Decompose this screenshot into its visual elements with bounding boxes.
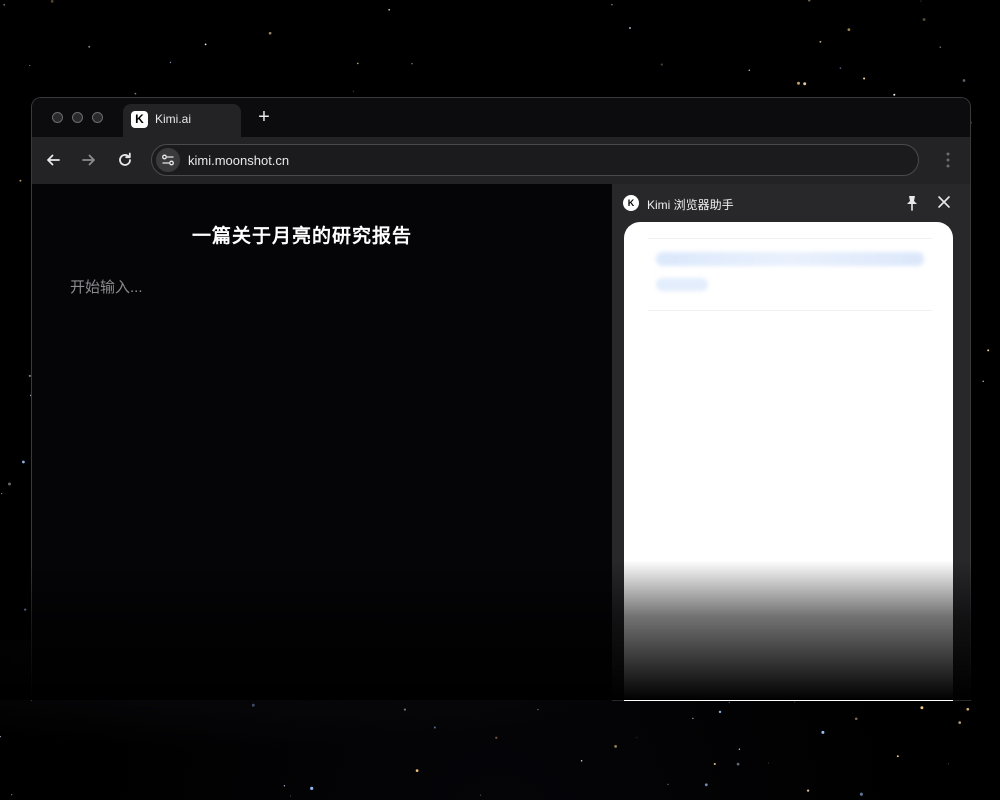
- star: [352, 90, 355, 92]
- pin-icon[interactable]: [905, 195, 919, 211]
- star: [748, 69, 751, 72]
- browser-window: K Kimi.ai + kimi.moonshot.cn 一篇关于月亮的研究报告…: [31, 97, 971, 701]
- assistant-side-panel: K Kimi 浏览器助手: [612, 184, 970, 701]
- window-minimize-dot[interactable]: [72, 112, 83, 123]
- star: [803, 82, 807, 86]
- assistant-content-card: [624, 222, 953, 701]
- star: [22, 460, 25, 464]
- panel-title: Kimi 浏览器助手: [647, 198, 734, 212]
- star: [987, 349, 990, 352]
- star: [660, 63, 663, 66]
- address-bar[interactable]: kimi.moonshot.cn: [151, 144, 919, 176]
- divider: [648, 238, 932, 239]
- window-close-dot[interactable]: [52, 112, 63, 123]
- star: [169, 61, 172, 64]
- star: [819, 40, 822, 43]
- page-content: 一篇关于月亮的研究报告 开始输入...: [32, 184, 612, 701]
- new-tab-button[interactable]: +: [254, 105, 274, 129]
- star: [611, 3, 613, 6]
- menu-kebab-icon[interactable]: [946, 152, 950, 168]
- star: [19, 179, 22, 182]
- star: [50, 0, 54, 3]
- star: [962, 79, 966, 82]
- kimi-logo-icon: K: [131, 111, 148, 128]
- star: [7, 482, 12, 486]
- star: [24, 608, 27, 611]
- browser-toolbar: kimi.moonshot.cn: [32, 137, 970, 184]
- star: [807, 0, 811, 2]
- title-bar: K Kimi.ai +: [32, 98, 970, 137]
- star: [0, 492, 3, 495]
- site-settings-icon[interactable]: [156, 148, 180, 172]
- editor-input[interactable]: 开始输入...: [70, 276, 143, 297]
- star: [356, 62, 359, 65]
- blurred-message: [656, 252, 924, 266]
- close-icon[interactable]: [937, 195, 951, 209]
- star: [204, 43, 207, 46]
- star: [88, 45, 91, 48]
- star: [268, 31, 272, 35]
- desktop-background: K Kimi.ai + kimi.moonshot.cn 一篇关于月亮的研究报告…: [0, 0, 1000, 800]
- star: [920, 0, 922, 2]
- star: [629, 27, 631, 29]
- star: [839, 67, 842, 69]
- star: [797, 81, 800, 85]
- window-zoom-dot[interactable]: [92, 112, 103, 123]
- reload-button[interactable]: [114, 149, 136, 171]
- url-text[interactable]: kimi.moonshot.cn: [188, 153, 289, 168]
- back-button[interactable]: [42, 149, 64, 171]
- star: [982, 380, 984, 383]
- star: [939, 46, 941, 48]
- star: [863, 77, 866, 80]
- star: [922, 18, 926, 21]
- kimi-logo-icon: K: [623, 195, 639, 211]
- star: [29, 64, 31, 67]
- star: [893, 93, 896, 96]
- star: [411, 62, 413, 65]
- tab-kimi[interactable]: K Kimi.ai: [123, 104, 241, 137]
- forward-button[interactable]: [78, 149, 100, 171]
- star: [3, 4, 6, 6]
- blurred-message: [656, 278, 708, 291]
- document-title: 一篇关于月亮的研究报告: [191, 226, 412, 247]
- star: [134, 92, 137, 95]
- tab-title: Kimi.ai: [155, 112, 192, 126]
- star: [847, 28, 851, 31]
- star: [388, 8, 391, 11]
- divider: [648, 310, 932, 311]
